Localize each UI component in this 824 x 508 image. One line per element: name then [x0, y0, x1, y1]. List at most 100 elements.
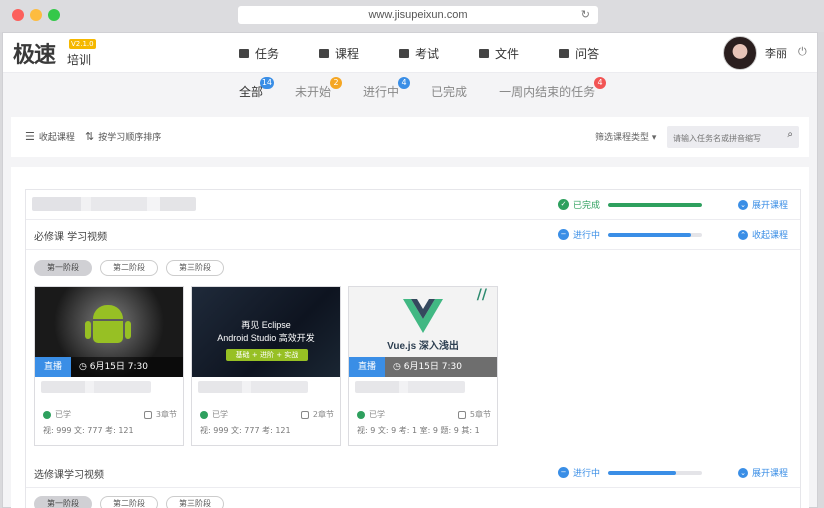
- chapter-count: 3章节: [143, 409, 177, 420]
- minimize-window-button[interactable]: [30, 9, 42, 21]
- learned-status: 已学: [357, 409, 385, 420]
- card-meta: 已学 3章节: [43, 409, 177, 421]
- tab-label: 全部: [239, 85, 264, 99]
- task-icon: [239, 48, 249, 58]
- folder-icon: [479, 48, 490, 58]
- expand-course-button[interactable]: ⌄ 展开课程: [738, 466, 788, 479]
- collapse-courses-button[interactable]: ☰ 收起课程: [25, 130, 75, 143]
- thumbnail-headline: Vue.js 深入浅出: [387, 341, 459, 352]
- course-progress-bar: [608, 203, 702, 207]
- logo[interactable]: 极速 V2.1.0 培训: [13, 37, 103, 69]
- tab-not-started[interactable]: 未开始 2: [295, 77, 343, 103]
- live-time: ◷ 6月15日 7:30: [393, 357, 462, 377]
- toggle-label: 展开课程: [752, 201, 789, 211]
- nav-item-exam[interactable]: 考试: [399, 33, 439, 73]
- search-box: ⌕: [667, 126, 799, 150]
- nav-item-file[interactable]: 文件: [479, 33, 519, 73]
- stage-tab-1[interactable]: 第一阶段: [34, 260, 92, 276]
- tab-label: 未开始: [295, 85, 332, 99]
- nav-label: 任务: [255, 46, 280, 61]
- time-text: 6月15日 7:30: [89, 362, 148, 372]
- clock-icon: ◷: [79, 362, 90, 372]
- nav-item-task[interactable]: 任务: [239, 33, 279, 73]
- logo-sub-text: 培训: [67, 53, 92, 67]
- exam-icon: [399, 48, 410, 58]
- count-badge: 4: [398, 77, 411, 89]
- search-icon[interactable]: ⌕: [787, 129, 793, 140]
- stage-tab-2[interactable]: 第二阶段: [100, 496, 158, 508]
- course-row[interactable]: ✓ 已完成 ⌄ 展开课程: [26, 190, 800, 220]
- live-bar: 直播 ◷ 6月15日 7:30: [35, 357, 183, 377]
- course-card[interactable]: 直播 ◷ 6月15日 7:30 已学 3章节 视: 999 文: 777 考: …: [34, 286, 184, 446]
- chapter-icon: [457, 410, 466, 419]
- user-name[interactable]: 李丽: [765, 45, 787, 61]
- sort-icon: ⇅: [85, 130, 95, 143]
- progress-fill: [608, 233, 691, 237]
- nav-item-qa[interactable]: 问答: [559, 33, 599, 73]
- check-icon: ✓: [558, 199, 569, 210]
- expand-course-button[interactable]: ⌄ 展开课程: [738, 198, 788, 211]
- stage-tab-1[interactable]: 第一阶段: [34, 496, 92, 508]
- close-window-button[interactable]: [12, 9, 24, 21]
- tab-all[interactable]: 全部 14: [239, 77, 275, 103]
- tab-label: 进行中: [363, 85, 400, 99]
- status-in-progress: − 进行中: [558, 466, 600, 479]
- nav-label: 文件: [495, 46, 520, 61]
- tab-in-progress[interactable]: 进行中 4: [363, 77, 411, 103]
- course-cards: 直播 ◷ 6月15日 7:30 已学 3章节 视: 999 文: 777 考: …: [34, 286, 505, 446]
- card-stats: 视: 9 文: 9 考: 1 室: 9 题: 9 其: 1: [357, 426, 480, 435]
- collapse-course-button[interactable]: ⌃ 收起课程: [738, 228, 788, 241]
- maximize-window-button[interactable]: [48, 9, 60, 21]
- search-input[interactable]: [667, 127, 777, 150]
- chapter-label: 3章节: [155, 410, 177, 419]
- chevron-down-icon: ⌄: [738, 467, 748, 478]
- address-bar[interactable]: www.jisupeixun.com ↻: [238, 6, 598, 24]
- course-card[interactable]: 再见 Eclipse Android Studio 高效开发 基础 + 进阶 +…: [191, 286, 341, 446]
- status-completed: ✓ 已完成: [558, 198, 600, 211]
- toggle-label: 展开课程: [752, 469, 789, 479]
- android-robot-image: [85, 305, 131, 349]
- course-type-filter[interactable]: 筛选课程类型 ▾: [595, 130, 656, 143]
- filter-label: 筛选课程类型: [595, 133, 650, 143]
- card-title-blurred: [198, 381, 308, 393]
- clock-icon: ◷: [393, 362, 404, 372]
- stage-tab-3[interactable]: 第三阶段: [166, 496, 224, 508]
- tab-label: 已完成: [431, 85, 468, 99]
- card-stats: 视: 999 文: 777 考: 121: [200, 426, 291, 435]
- menu-icon: ☰: [25, 130, 35, 143]
- learned-status: 已学: [43, 409, 71, 420]
- live-badge: 直播: [35, 357, 71, 377]
- version-badge: V2.1.0: [69, 39, 96, 49]
- stage-tab-2[interactable]: 第二阶段: [100, 260, 158, 276]
- course-row[interactable]: 必修课 学习视频 − 进行中 ⌃ 收起课程: [26, 220, 800, 250]
- course-card[interactable]: // Vue.js 深入浅出 直播 ◷ 6月15日 7:30 已学 5章节 视:…: [348, 286, 498, 446]
- toggle-label: 收起课程: [752, 231, 789, 241]
- reload-icon[interactable]: ↻: [581, 6, 590, 24]
- learned-status: 已学: [200, 409, 228, 420]
- avatar[interactable]: [723, 36, 757, 70]
- learned-dot: [357, 410, 365, 419]
- stage-tabs: 第一阶段 第二阶段 第三阶段: [34, 260, 232, 276]
- live-badge: 直播: [349, 357, 385, 377]
- tool-label: 按学习顺序排序: [98, 133, 162, 143]
- tab-completed[interactable]: 已完成: [431, 83, 467, 103]
- course-row[interactable]: 选修课学习视频 − 进行中 ⌄ 展开课程: [26, 458, 800, 488]
- card-title-blurred: [355, 381, 465, 393]
- nav-label: 课程: [335, 46, 360, 61]
- course-panel: ✓ 已完成 ⌄ 展开课程 必修课 学习视频 − 进行中 ⌃ 收起课程 第一阶段 …: [11, 167, 809, 508]
- status-label: 已完成: [573, 201, 601, 211]
- in-progress-icon: −: [558, 467, 569, 478]
- tab-ending-this-week[interactable]: 一周内结束的任务 4: [499, 77, 607, 103]
- course-icon: [319, 48, 330, 58]
- chapter-label: 2章节: [312, 410, 334, 419]
- chevron-down-icon: ▾: [651, 133, 657, 143]
- sort-by-order-button[interactable]: ⇅ 按学习顺序排序: [85, 130, 161, 143]
- logout-icon[interactable]: ⏻: [798, 45, 807, 59]
- stage-tab-3[interactable]: 第三阶段: [166, 260, 224, 276]
- nav-item-course[interactable]: 课程: [319, 33, 359, 73]
- chapter-label: 5章节: [469, 410, 491, 419]
- main-nav: 任务 课程 考试 文件 问答: [239, 33, 639, 73]
- vue-logo-icon: [403, 299, 443, 333]
- learned-dot: [200, 410, 208, 419]
- decorative-stripes: //: [476, 287, 487, 303]
